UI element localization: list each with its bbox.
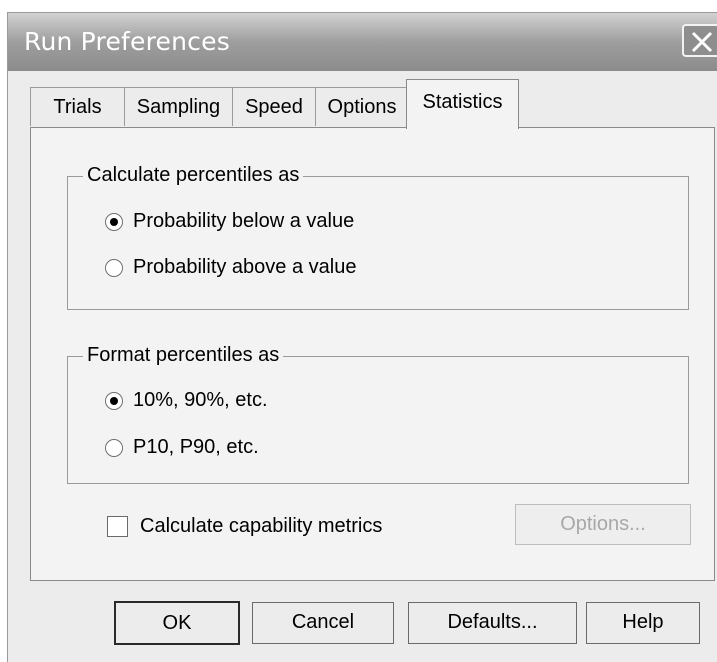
capability-metrics-label: Calculate capability metrics (140, 515, 383, 537)
radio-label: Probability below a value (133, 210, 355, 232)
statistics-panel: Calculate percentiles as Probability bel… (30, 127, 715, 581)
radio-button-selected[interactable] (105, 212, 123, 231)
capability-metrics-checkbox[interactable] (107, 516, 128, 538)
cancel-button[interactable]: Cancel (252, 602, 394, 644)
options-button[interactable]: Options... (515, 504, 691, 545)
close-button[interactable] (682, 24, 717, 57)
ok-button[interactable]: OK (114, 601, 240, 645)
run-preferences-dialog: Run Preferences Trials Sampling Speed Op… (7, 12, 717, 662)
percentiles-group: Calculate percentiles as Probability bel… (67, 164, 689, 310)
tab-options[interactable]: Options (315, 87, 409, 126)
radio-button[interactable] (105, 438, 123, 457)
radio-p-format[interactable]: P10, P90, etc. (105, 436, 259, 459)
tab-speed[interactable]: Speed (232, 87, 316, 126)
percentiles-group-title: Calculate percentiles as (83, 164, 304, 187)
tab-sampling[interactable]: Sampling (124, 87, 233, 126)
capability-metrics-checkbox-row[interactable]: Calculate capability metrics (107, 515, 382, 538)
tab-trials[interactable]: Trials (30, 87, 125, 126)
radio-button[interactable] (105, 258, 123, 277)
radio-label: Probability above a value (133, 256, 357, 278)
window-title: Run Preferences (24, 27, 230, 56)
format-group: Format percentiles as 10%, 90%, etc. P10… (67, 344, 689, 484)
help-button[interactable]: Help (586, 602, 700, 644)
radio-percent-format[interactable]: 10%, 90%, etc. (105, 389, 268, 412)
radio-dot (110, 217, 118, 226)
radio-label: 10%, 90%, etc. (133, 389, 268, 411)
radio-button-selected[interactable] (105, 391, 123, 410)
defaults-button[interactable]: Defaults... (408, 602, 577, 644)
tab-statistics[interactable]: Statistics (406, 79, 519, 129)
format-group-title: Format percentiles as (83, 344, 284, 367)
radio-dot (110, 396, 118, 405)
title-bar[interactable]: Run Preferences (8, 13, 717, 71)
radio-label: P10, P90, etc. (133, 436, 259, 458)
radio-probability-below[interactable]: Probability below a value (105, 210, 354, 233)
close-icon (691, 31, 713, 53)
radio-probability-above[interactable]: Probability above a value (105, 256, 356, 279)
